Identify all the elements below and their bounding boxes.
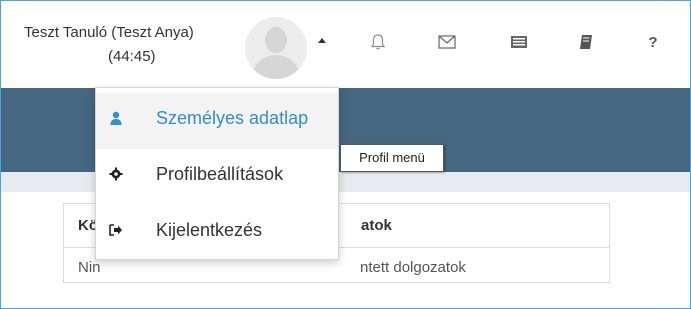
profile-dropdown-menu: Személyes adatlap Profilbeállítások Kije… bbox=[95, 87, 339, 260]
menu-item-label: Kijelentkezés bbox=[156, 220, 263, 240]
user-icon bbox=[108, 111, 124, 131]
help-icon[interactable]: ? bbox=[641, 30, 665, 54]
caret-up-icon[interactable] bbox=[318, 38, 326, 43]
card-icon[interactable] bbox=[507, 30, 531, 54]
menu-item-label: Profilbeállítások bbox=[156, 164, 284, 184]
top-bar: Teszt Tanuló (Teszt Anya) (44:45) ? bbox=[1, 1, 690, 88]
profile-menu-tooltip: Profil menü bbox=[340, 144, 444, 172]
menu-item-label: Személyes adatlap bbox=[156, 108, 309, 128]
avatar[interactable] bbox=[245, 17, 307, 79]
bell-icon[interactable] bbox=[366, 30, 390, 54]
mail-icon[interactable] bbox=[435, 30, 459, 54]
panel-empty-text-end: ntett dolgozatok bbox=[360, 259, 466, 276]
avatar-body bbox=[253, 55, 299, 79]
panel-title-end: atok bbox=[361, 217, 392, 234]
menu-item-personal-data[interactable]: Személyes adatlap bbox=[96, 93, 338, 149]
book-icon[interactable] bbox=[574, 30, 598, 54]
menu-item-profile-settings[interactable]: Profilbeállítások bbox=[96, 149, 338, 205]
help-label: ? bbox=[648, 33, 658, 51]
menu-item-logout[interactable]: Kijelentkezés bbox=[96, 205, 338, 261]
panel-empty-text-start: Nin bbox=[78, 259, 101, 276]
gear-icon bbox=[108, 167, 124, 187]
logout-icon bbox=[108, 223, 124, 243]
session-timer: (44:45) bbox=[108, 48, 156, 65]
avatar-head bbox=[265, 27, 287, 53]
user-name: Teszt Tanuló (Teszt Anya) bbox=[24, 24, 194, 41]
